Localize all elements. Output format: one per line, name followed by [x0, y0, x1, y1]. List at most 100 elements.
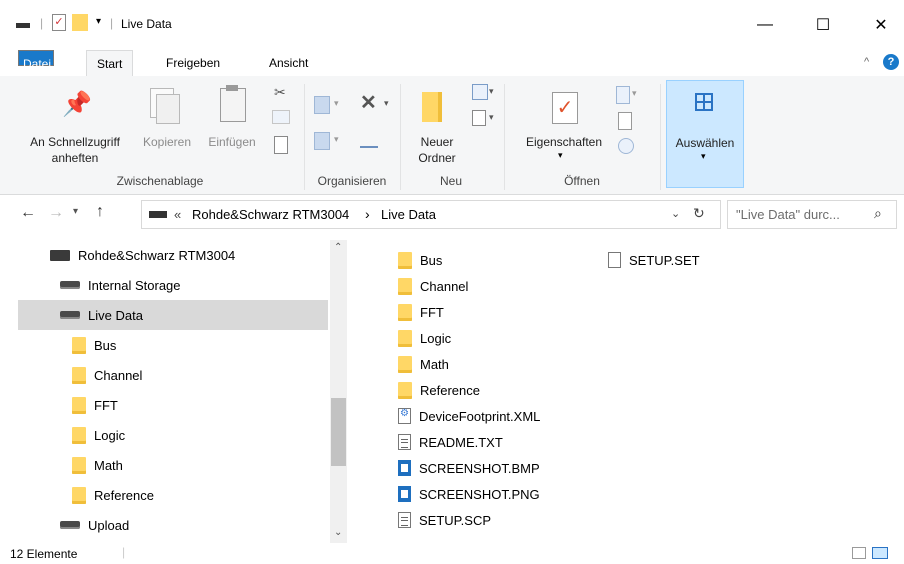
navigation-pane: Rohde&Schwarz RTM3004 Internal Storage L…: [18, 236, 348, 542]
scrollbar-thumb[interactable]: [331, 398, 346, 466]
nav-item-folder[interactable]: Channel: [18, 360, 348, 390]
file-item[interactable]: Channel: [398, 273, 598, 299]
divider: |: [110, 16, 114, 30]
copy-to-icon[interactable]: [314, 132, 330, 150]
breadcrumb-device[interactable]: Rohde&Schwarz RTM3004: [192, 207, 349, 222]
file-name: SCREENSHOT.PNG: [419, 486, 540, 502]
collapse-ribbon-icon[interactable]: ^: [864, 56, 869, 68]
new-item-icon[interactable]: [472, 84, 488, 100]
cut-icon[interactable]: ✂: [274, 84, 286, 101]
tab-start[interactable]: Start: [86, 50, 134, 78]
folder-icon: [72, 366, 86, 384]
folder-icon: [398, 329, 412, 347]
file-item[interactable]: Logic: [398, 325, 598, 351]
folder-icon: [398, 303, 412, 321]
large-icons-view-icon[interactable]: [872, 547, 888, 559]
maximize-button[interactable]: ☐: [800, 0, 846, 50]
pin-label-2: anheften: [51, 151, 99, 165]
folder-icon: [72, 426, 86, 444]
help-icon[interactable]: ?: [883, 54, 899, 70]
group-open-label: Öffnen: [564, 174, 600, 188]
refresh-icon[interactable]: ↻: [693, 205, 705, 222]
group-separator: [400, 84, 401, 190]
rename-icon[interactable]: [360, 132, 378, 148]
open-icon[interactable]: [616, 86, 630, 104]
file-item[interactable]: SETUP.SCP: [398, 507, 598, 533]
breadcrumb-overflow[interactable]: «: [174, 207, 181, 222]
new-folder-button[interactable]: Neuer Ordner: [408, 84, 466, 170]
item-count: 12 Elemente: [10, 547, 78, 561]
scroll-down-icon[interactable]: ⌄: [334, 527, 342, 538]
file-item[interactable]: FFT: [398, 299, 598, 325]
folder-icon: [398, 381, 412, 399]
address-dropdown-icon[interactable]: ⌄: [671, 207, 680, 220]
history-icon[interactable]: [618, 138, 634, 154]
nav-item-folder[interactable]: Logic: [18, 420, 348, 450]
file-item[interactable]: Bus: [398, 247, 598, 273]
nav-item-upload[interactable]: Upload: [18, 510, 348, 540]
move-to-icon[interactable]: [314, 96, 330, 114]
nav-item-internal-storage[interactable]: Internal Storage: [18, 270, 348, 300]
search-icon[interactable]: ⌕: [874, 205, 882, 222]
address-bar[interactable]: « Rohde&Schwarz RTM3004 › Live Data ⌄ ↻: [141, 200, 721, 229]
copy-path-icon[interactable]: [272, 110, 290, 124]
nav-item-device[interactable]: Rohde&Schwarz RTM3004: [18, 240, 348, 270]
group-separator: [660, 84, 661, 190]
nav-item-live-data[interactable]: Live Data: [18, 300, 328, 330]
new-folder-label-2: Ordner: [418, 151, 456, 165]
file-item[interactable]: SETUP.SET: [608, 247, 808, 273]
breadcrumb-live-data[interactable]: Live Data: [381, 207, 436, 222]
file-item[interactable]: README.TXT: [398, 429, 598, 455]
easy-access-icon[interactable]: [472, 110, 486, 126]
minimize-button[interactable]: —: [742, 0, 788, 50]
file-item[interactable]: DeviceFootprint.XML: [398, 403, 598, 429]
quick-access-dropdown-icon[interactable]: ▾: [96, 16, 101, 27]
file-item[interactable]: Math: [398, 351, 598, 377]
tab-datei[interactable]: Datei: [18, 50, 54, 71]
dropdown-arrow-icon: ▾: [489, 86, 494, 96]
file-name: Channel: [420, 278, 469, 294]
search-placeholder: "Live Data" durc...: [736, 207, 840, 222]
file-item[interactable]: Reference: [398, 377, 598, 403]
copy-button[interactable]: Kopieren: [134, 84, 200, 170]
tab-ansicht[interactable]: Ansicht: [259, 50, 318, 76]
tab-freigeben[interactable]: Freigeben: [156, 50, 230, 76]
up-icon[interactable]: ↑: [96, 203, 104, 221]
details-view-icon[interactable]: [852, 547, 866, 559]
forward-icon[interactable]: →: [48, 204, 64, 222]
select-button[interactable]: Auswählen ▾: [666, 80, 744, 188]
close-button[interactable]: ✕: [858, 0, 904, 50]
recent-locations-icon[interactable]: ▾: [73, 206, 78, 217]
back-icon[interactable]: ←: [20, 204, 36, 222]
folder-quick-icon[interactable]: [72, 14, 88, 31]
pin-to-quick-access-button[interactable]: 📌 An Schnellzugriff anheften: [18, 84, 132, 170]
folder-icon: [72, 336, 86, 354]
paste-shortcut-icon[interactable]: [274, 136, 288, 154]
xml-file-icon: [398, 408, 411, 424]
nav-scrollbar[interactable]: ⌃ ⌄: [330, 240, 347, 543]
scroll-up-icon[interactable]: ⌃: [334, 242, 342, 253]
nav-item-folder[interactable]: Math: [18, 450, 348, 480]
divider: |: [40, 16, 44, 30]
file-item[interactable]: SCREENSHOT.PNG: [398, 481, 598, 507]
breadcrumb-separator[interactable]: ›: [365, 206, 370, 222]
nav-label: FFT: [94, 397, 118, 413]
group-separator: [304, 84, 305, 190]
file-list: Bus Channel FFT Logic Math Reference DeviceFoo…: [398, 247, 878, 539]
file-item[interactable]: SCREENSHOT.BMP: [398, 455, 598, 481]
properties-quick-icon[interactable]: ✓: [52, 14, 66, 31]
delete-icon[interactable]: ✕: [360, 90, 377, 115]
copy-icon-back: [156, 94, 180, 124]
properties-button[interactable]: ✓ Eigenschaften ▾: [514, 84, 614, 170]
properties-label: Eigenschaften: [525, 135, 603, 149]
file-name: DeviceFootprint.XML: [419, 408, 541, 424]
nav-item-folder[interactable]: Reference: [18, 480, 348, 510]
paste-button[interactable]: Einfügen: [200, 84, 264, 170]
new-folder-label-1: Neuer: [420, 135, 454, 149]
nav-item-folder[interactable]: FFT: [18, 390, 348, 420]
nav-label: Reference: [94, 487, 154, 503]
search-box[interactable]: "Live Data" durc... ⌕: [727, 200, 897, 229]
nav-item-folder[interactable]: Bus: [18, 330, 348, 360]
nav-label: Rohde&Schwarz RTM3004: [78, 247, 236, 263]
edit-icon[interactable]: [618, 112, 632, 130]
